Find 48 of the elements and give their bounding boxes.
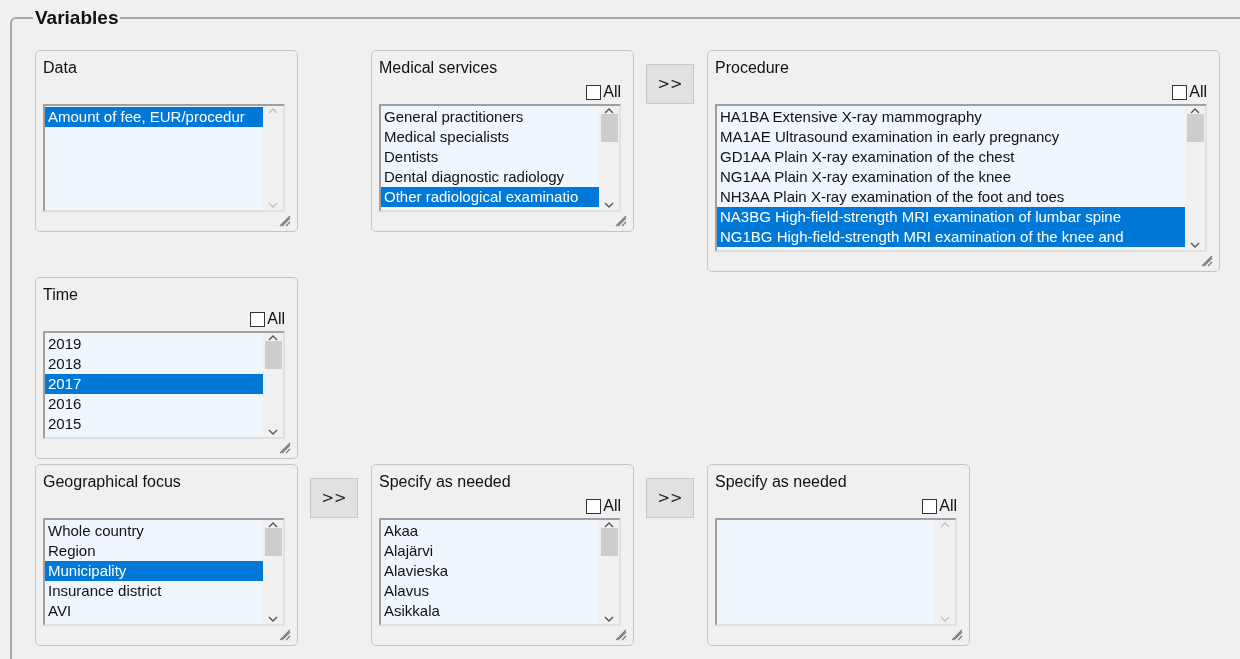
all-label: All <box>603 497 621 515</box>
panel-title: Time <box>43 285 78 305</box>
transfer-button[interactable]: >> <box>646 478 694 518</box>
list-item[interactable]: 2015 <box>45 414 263 434</box>
list-item[interactable]: General practitioners <box>381 107 599 127</box>
list-item[interactable]: Alavus <box>381 581 599 601</box>
list-box[interactable]: 2019 2018 2017 2016 2015 <box>43 331 285 439</box>
transfer-button[interactable]: >> <box>310 478 358 518</box>
list-box[interactable]: General practitioners Medical specialists Dentists Dental diagnostic radiology Other radiological examinatio <box>379 104 621 212</box>
list-item[interactable]: Amount of fee, EUR/procedur <box>45 107 263 127</box>
list-item[interactable]: HA1BA Extensive X-ray mammography <box>717 107 1185 127</box>
panel-title: Medical services <box>379 58 498 78</box>
panel-title: Geographical focus <box>43 472 181 492</box>
list-item[interactable]: Other radiological examinatio <box>381 187 599 207</box>
panel-title: Data <box>43 58 77 78</box>
list-item[interactable]: AVI <box>45 601 263 621</box>
list-item[interactable]: NH3AA Plain X-ray examination of the foot and toes <box>717 187 1185 207</box>
panel-title: Procedure <box>715 58 789 78</box>
panel-title: Specify as needed <box>379 472 511 492</box>
list-item[interactable]: Akaa <box>381 521 599 541</box>
list-item[interactable]: Alavieska <box>381 561 599 581</box>
list-item[interactable]: GD1AA Plain X-ray examination of the chest <box>717 147 1185 167</box>
list-item[interactable]: NG1AA Plain X-ray examination of the knee <box>717 167 1185 187</box>
list-item[interactable]: Region <box>45 541 263 561</box>
list-item[interactable]: Dentists <box>381 147 599 167</box>
all-label: All <box>1189 83 1207 101</box>
list-item[interactable]: NA3BG High-field-strength MRI examination of lumbar spine <box>717 207 1185 227</box>
list-item[interactable]: 2017 <box>45 374 263 394</box>
list-item[interactable]: Asikkala <box>381 601 599 621</box>
list-item[interactable]: 2018 <box>45 354 263 374</box>
list-item[interactable]: Alajärvi <box>381 541 599 561</box>
list-box[interactable]: Akaa Alajärvi Alavieska Alavus Asikkala <box>379 518 621 626</box>
list-item[interactable]: Insurance district <box>45 581 263 601</box>
list-item[interactable]: 2016 <box>45 394 263 414</box>
all-label: All <box>267 310 285 328</box>
list-item[interactable]: Whole country <box>45 521 263 541</box>
list-item[interactable]: NG1BG High-field-strength MRI examination of the knee and <box>717 227 1185 247</box>
panel-title: Specify as needed <box>715 472 847 492</box>
list-item[interactable]: MA1AE Ultrasound examination in early pregnancy <box>717 127 1185 147</box>
list-box[interactable]: Whole country Region Municipality Insurance district AVI <box>43 518 285 626</box>
all-label: All <box>603 83 621 101</box>
list-box[interactable]: Amount of fee, EUR/procedur <box>43 104 285 212</box>
all-label: All <box>939 497 957 515</box>
list-item[interactable]: Dental diagnostic radiology <box>381 167 599 187</box>
list-item[interactable]: Municipality <box>45 561 263 581</box>
list-item[interactable]: Medical specialists <box>381 127 599 147</box>
list-item[interactable]: 2019 <box>45 334 263 354</box>
transfer-button[interactable]: >> <box>646 64 694 104</box>
